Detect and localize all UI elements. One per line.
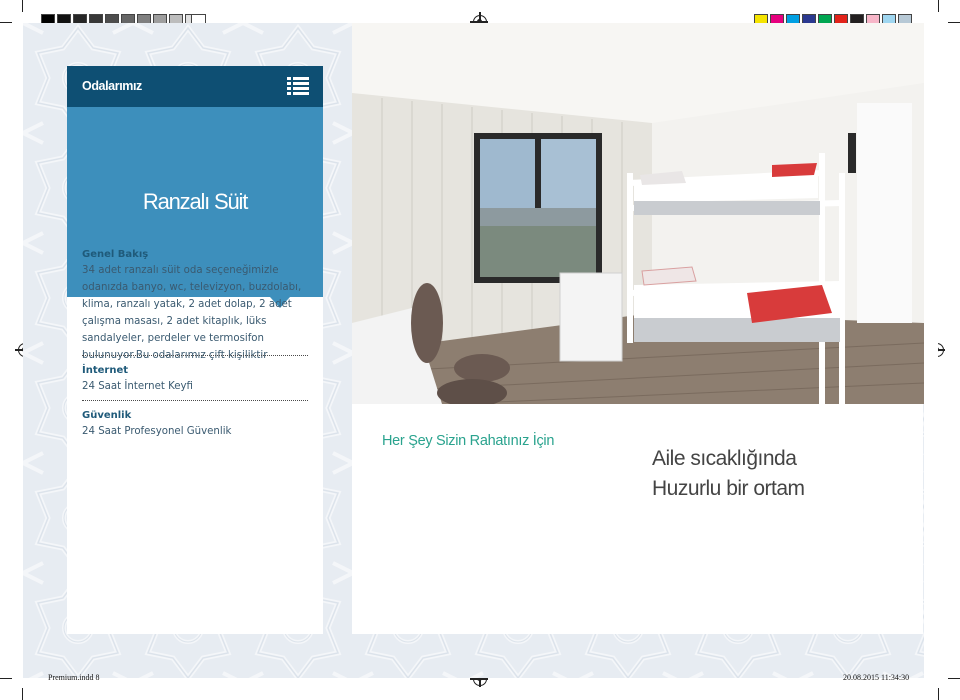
divider xyxy=(82,400,308,401)
overview-heading: Genel Bakış xyxy=(82,249,149,260)
divider xyxy=(82,355,308,356)
crop-mark xyxy=(0,678,12,679)
bunk-bed-room-illustration xyxy=(352,23,924,404)
crop-mark xyxy=(22,688,23,700)
slogan-line-2: Huzurlu bir ortam xyxy=(652,477,805,500)
room-photo xyxy=(352,23,924,404)
overview-text: 34 adet ranzalı süit oda seçeneğimizle o… xyxy=(82,265,302,361)
crop-mark xyxy=(938,688,939,700)
internet-heading: İnternet xyxy=(82,365,129,376)
security-text: 24 Saat Profesyonel Güvenlik xyxy=(82,426,232,437)
next-page-edge xyxy=(924,23,938,678)
crop-mark xyxy=(0,22,12,23)
internet-text: 24 Saat İnternet Keyfi xyxy=(82,381,193,392)
slogan: Aile sıcaklığında Huzurlu bir ortam xyxy=(652,444,805,504)
room-name: Ranzalı Süit xyxy=(142,189,248,214)
section-title: Odalarımız xyxy=(82,79,142,93)
card-header: Odalarımız xyxy=(67,66,323,107)
list-icon[interactable] xyxy=(287,77,309,95)
security-heading: Güvenlik xyxy=(82,410,132,421)
crop-mark xyxy=(948,678,960,679)
room-info-card: Odalarımız Ranzalı Süit Genel Bakış 34 a… xyxy=(67,66,323,634)
crop-mark xyxy=(938,0,939,12)
slug-filename: Premium.indd 8 xyxy=(48,673,100,682)
tagline: Her Şey Sizin Rahatınız İçin xyxy=(382,433,555,449)
slogan-line-1: Aile sıcaklığında xyxy=(652,447,797,470)
slug-datetime: 20.08.2015 11:34:30 xyxy=(843,673,910,682)
crop-mark xyxy=(948,22,960,23)
crop-mark xyxy=(22,0,23,12)
